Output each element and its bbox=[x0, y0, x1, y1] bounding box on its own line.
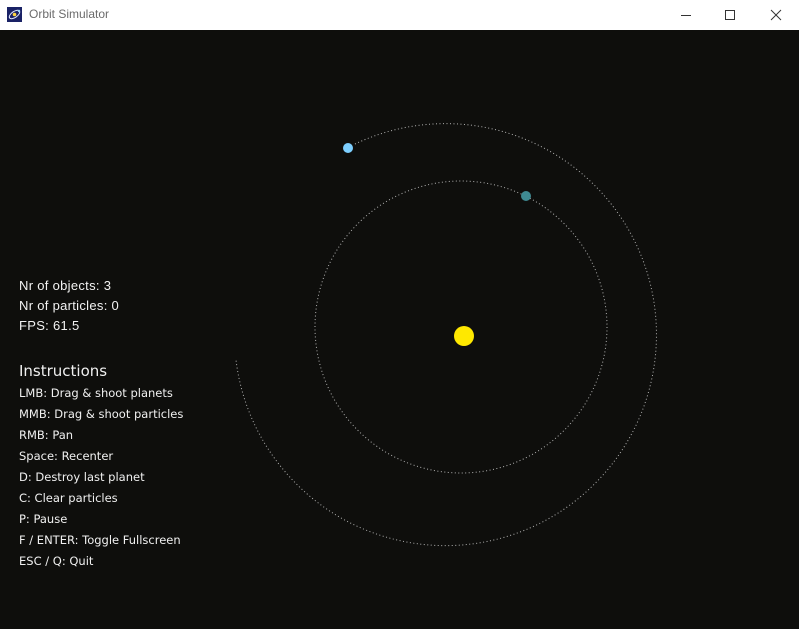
instruction-item: C: Clear particles bbox=[19, 491, 118, 505]
instruction-item: RMB: Pan bbox=[19, 428, 74, 442]
minimize-button[interactable] bbox=[663, 0, 709, 30]
instruction-item: D: Destroy last planet bbox=[19, 470, 145, 484]
instruction-item: ESC / Q: Quit bbox=[19, 554, 94, 568]
minimize-icon bbox=[681, 15, 691, 16]
instructions-panel: Instructions LMB: Drag & shoot planets M… bbox=[19, 360, 183, 572]
sun bbox=[454, 326, 474, 346]
title-bar[interactable]: Orbit Simulator bbox=[0, 0, 799, 30]
planet-inner bbox=[521, 191, 531, 201]
instruction-item: P: Pause bbox=[19, 512, 68, 526]
app-window: Orbit Simulator Nr of objects: 3 Nr of p… bbox=[0, 0, 799, 629]
stats-panel: Nr of objects: 3 Nr of particles: 0 FPS:… bbox=[19, 276, 119, 336]
simulation-canvas[interactable]: Nr of objects: 3 Nr of particles: 0 FPS:… bbox=[0, 30, 799, 629]
instruction-item: LMB: Drag & shoot planets bbox=[19, 386, 173, 400]
fps-readout: FPS: 61.5 bbox=[19, 318, 80, 333]
close-icon bbox=[770, 9, 782, 21]
instructions-title: Instructions bbox=[19, 362, 108, 380]
instruction-item: MMB: Drag & shoot particles bbox=[19, 407, 184, 421]
instruction-item: Space: Recenter bbox=[19, 449, 114, 463]
planet-outer bbox=[343, 143, 353, 153]
outer-orbit-trail bbox=[235, 123, 657, 547]
close-button[interactable] bbox=[753, 0, 799, 30]
window-title: Orbit Simulator bbox=[29, 7, 110, 21]
particles-count: Nr of particles: 0 bbox=[19, 298, 120, 313]
objects-count: Nr of objects: 3 bbox=[19, 278, 112, 293]
app-icon bbox=[7, 7, 22, 22]
instruction-item: F / ENTER: Toggle Fullscreen bbox=[19, 533, 181, 547]
maximize-icon bbox=[725, 10, 735, 20]
maximize-button[interactable] bbox=[707, 0, 753, 30]
